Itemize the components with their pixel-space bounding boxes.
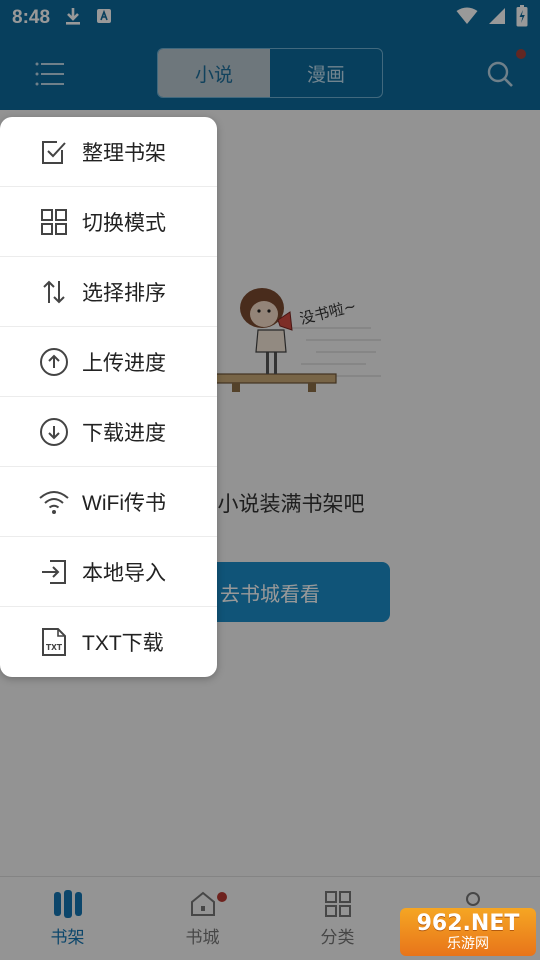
menu-item-txt-download[interactable]: TXT TXT下载 bbox=[0, 607, 217, 677]
site-watermark-logo: 962.NET 乐游网 bbox=[400, 908, 536, 956]
watermark-bottom-text: 乐游网 bbox=[447, 936, 489, 952]
sort-arrows-icon bbox=[38, 276, 70, 308]
svg-text:TXT: TXT bbox=[46, 643, 63, 652]
menu-item-label: 下载进度 bbox=[82, 421, 166, 445]
menu-item-label: 选择排序 bbox=[82, 281, 166, 305]
upload-circle-icon bbox=[38, 346, 70, 378]
watermark-top-text: 962.NET bbox=[416, 911, 520, 936]
menu-item-local-import[interactable]: 本地导入 bbox=[0, 537, 217, 607]
menu-item-switch-mode[interactable]: 切换模式 bbox=[0, 187, 217, 257]
menu-item-organize-shelf[interactable]: 整理书架 bbox=[0, 117, 217, 187]
menu-item-upload-progress[interactable]: 上传进度 bbox=[0, 327, 217, 397]
download-circle-icon bbox=[38, 416, 70, 448]
grid-icon bbox=[38, 206, 70, 238]
menu-item-label: 上传进度 bbox=[82, 351, 166, 375]
menu-item-wifi-transfer[interactable]: WiFi传书 bbox=[0, 467, 217, 537]
menu-item-sort[interactable]: 选择排序 bbox=[0, 257, 217, 327]
bookshelf-options-menu: 整理书架 切换模式 选择排序 上传进度 下载进度 WiFi传书 本地导入 TXT… bbox=[0, 117, 217, 677]
import-icon bbox=[38, 556, 70, 588]
menu-item-label: 整理书架 bbox=[82, 141, 166, 165]
menu-item-download-progress[interactable]: 下载进度 bbox=[0, 397, 217, 467]
menu-item-label: 本地导入 bbox=[82, 561, 166, 585]
menu-item-label: WiFi传书 bbox=[82, 491, 166, 515]
menu-item-label: 切换模式 bbox=[82, 211, 166, 235]
menu-item-label: TXT下载 bbox=[82, 632, 164, 655]
txt-file-icon: TXT bbox=[38, 626, 70, 658]
wifi-icon bbox=[38, 486, 70, 518]
checkbox-edit-icon bbox=[38, 136, 70, 168]
